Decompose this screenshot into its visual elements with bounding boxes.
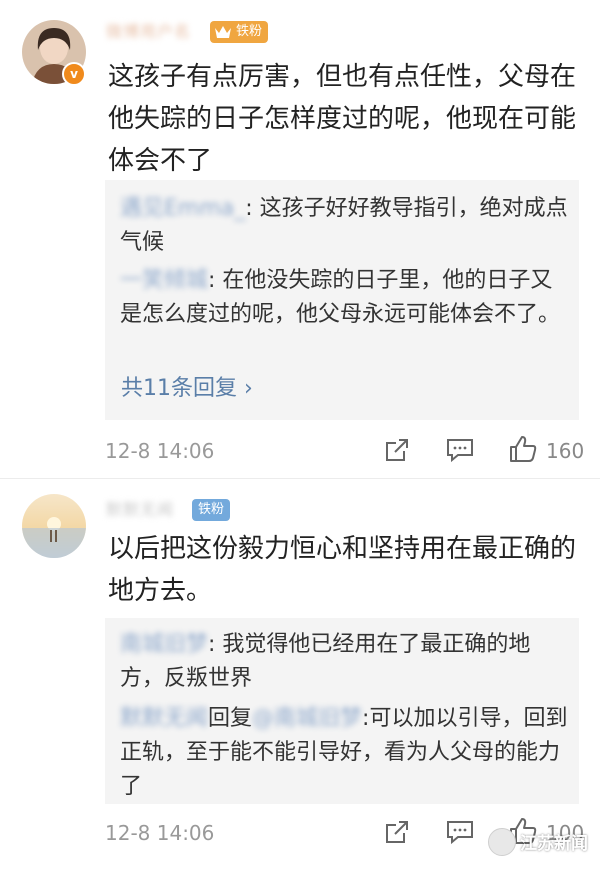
reply-author[interactable]: 遇见Emma_ [120,196,245,221]
username[interactable]: 微博用户名 [106,22,191,42]
thumbs-up-icon[interactable] [508,434,538,468]
divider [0,478,600,479]
comment-text: 以后把这份毅力恒心和坚持用在最正确的地方去。 [108,534,577,606]
fan-badge: 铁粉 [210,21,269,43]
watermark-logo-icon [488,828,516,856]
reply-item[interactable]: 遇见Emma_: 这孩子好好教导指引，绝对成点气候 [120,192,570,260]
comment-item: v 微博用户名 铁粉 这孩子有点厉害，但也有点任性，父母在他失踪的日子怎样度过的… [0,0,600,480]
share-icon[interactable] [384,437,410,467]
timestamp: 12-8 14:06 [105,821,215,845]
reply-mention[interactable]: @南城旧梦 [252,706,362,731]
comment-icon[interactable] [446,437,474,467]
reply-author[interactable]: 一笑倾城 [120,268,208,293]
watermark: 江苏新闻 [488,826,600,862]
comment-item: 默默无闻 铁粉 以后把这份毅力恒心和坚持用在最正确的地方去。 南城旧梦: 我觉得… [0,480,600,869]
reply-author[interactable]: 默默无闻 [120,706,208,731]
reply-item[interactable]: 默默无闻回复@南城旧梦:可以加以引导，回到正轨，至于能不能引导好，看为人父母的能… [120,702,570,804]
reply-separator: : [245,196,260,221]
share-icon[interactable] [384,819,410,849]
timestamp: 12-8 14:06 [105,439,215,463]
reply-separator: : [208,268,223,293]
reply-box[interactable]: 南城旧梦: 我觉得他已经用在了最正确的地方，反叛世界 默默无闻回复@南城旧梦:可… [105,618,579,804]
fan-badge: 铁粉 [192,499,231,521]
badge-label: 铁粉 [236,24,263,39]
watermark-label: 江苏新闻 [520,834,588,854]
reply-author[interactable]: 南城旧梦 [120,632,208,657]
reply-item[interactable]: 一笑倾城: 在他没失踪的日子里，他的日子又是怎么度过的呢，他父母永远可能体会不了… [120,264,570,332]
reply-box[interactable]: 遇见Emma_: 这孩子好好教导指引，绝对成点气候 一笑倾城: 在他没失踪的日子… [105,180,579,420]
verified-icon: v [62,62,86,86]
view-replies-link[interactable]: 共11条回复 › [121,374,253,404]
avatar[interactable] [22,494,86,558]
reply-item[interactable]: 南城旧梦: 我觉得他已经用在了最正确的地方，反叛世界 [120,628,570,696]
reply-mid: 回复 [208,706,253,731]
like-count: 160 [546,439,585,463]
username[interactable]: 默默无闻 [106,500,174,520]
crown-icon [214,24,232,48]
reply-separator: : [208,632,223,657]
comment-text: 这孩子有点厉害，但也有点任性，父母在他失踪的日子怎样度过的呢，他现在可能体会不了 [108,62,577,176]
comment-icon[interactable] [446,819,474,849]
